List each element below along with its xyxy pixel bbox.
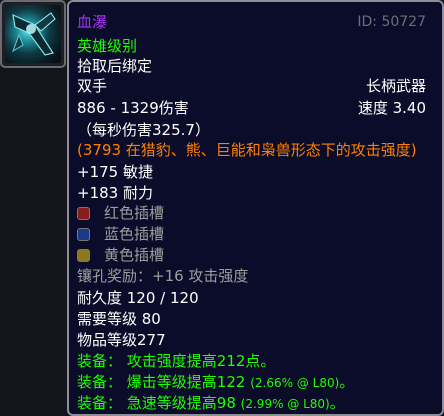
weapon-dps: （每秒伤害325.7） [77, 121, 210, 139]
stat-stamina: +183 耐力 [77, 184, 153, 202]
equip-text: 爆击等级提高122 [126, 373, 246, 391]
socket-label: 红色插槽 [104, 204, 165, 222]
title-row: 血瀑 ID: 50727 [77, 12, 434, 32]
item-tooltip: 血瀑 ID: 50727 英雄级别 拾取后绑定 双手 长柄武器 886 - 13… [67, 0, 444, 416]
socket-blue: 蓝色插槽 [77, 224, 164, 244]
equip-text: 急速等级提高98 [126, 394, 236, 412]
feral-attack-power: (3793 在猎豹、熊、巨能和枭兽形态下的攻击强度) [77, 141, 417, 159]
socket-yellow: 黄色插槽 [77, 245, 164, 265]
durability: 耐久度 120 / 120 [77, 289, 199, 307]
equip-tail: 。 [339, 373, 355, 391]
equip-prefix: 装备： [77, 394, 123, 412]
weapon-damage: 886 - 1329伤害 [77, 99, 189, 117]
equip-prefix: 装备： [77, 352, 123, 370]
bind-type: 拾取后绑定 [77, 57, 153, 75]
yellow-socket-icon [77, 249, 90, 262]
item-name[interactable]: 血瀑 [77, 13, 107, 31]
item-quality: 英雄级别 [77, 37, 138, 55]
stat-agility: +175 敏捷 [77, 163, 153, 181]
socket-bonus: 镶孔奖励：+16 攻击强度 [77, 267, 249, 285]
equip-effect: 装备： 爆击等级提高122 (2.66% @ L80)。 [77, 372, 434, 392]
equip-text: 攻击强度提高212点。 [126, 352, 276, 370]
weapon-icon [5, 5, 61, 63]
equip-prefix: 装备： [77, 373, 123, 391]
item-level: 物品等级277 [77, 331, 166, 349]
equip-tail: 。 [329, 394, 345, 412]
red-socket-icon [77, 207, 90, 220]
item-id: ID: 50727 [357, 14, 426, 30]
equip-rating-percent: (2.66% @ L80) [250, 376, 340, 390]
equip-effect: 装备： 急速等级提高98 (2.99% @ L80)。 [77, 393, 434, 413]
socket-label: 蓝色插槽 [104, 225, 165, 243]
item-type: 长柄武器 [365, 77, 426, 95]
slot-row: 双手 长柄武器 [77, 76, 434, 96]
damage-row: 886 - 1329伤害 速度 3.40 [77, 98, 434, 118]
item-icon-frame[interactable] [0, 0, 66, 68]
socket-label: 黄色插槽 [104, 246, 165, 264]
equip-effect: 装备： 攻击强度提高212点。 [77, 351, 434, 371]
blue-socket-icon [77, 228, 90, 241]
item-slot: 双手 [77, 77, 108, 95]
socket-red: 红色插槽 [77, 203, 164, 223]
weapon-speed: 速度 3.40 [357, 99, 426, 117]
required-level: 需要等级 80 [77, 310, 161, 328]
equip-rating-percent: (2.99% @ L80) [240, 397, 330, 411]
